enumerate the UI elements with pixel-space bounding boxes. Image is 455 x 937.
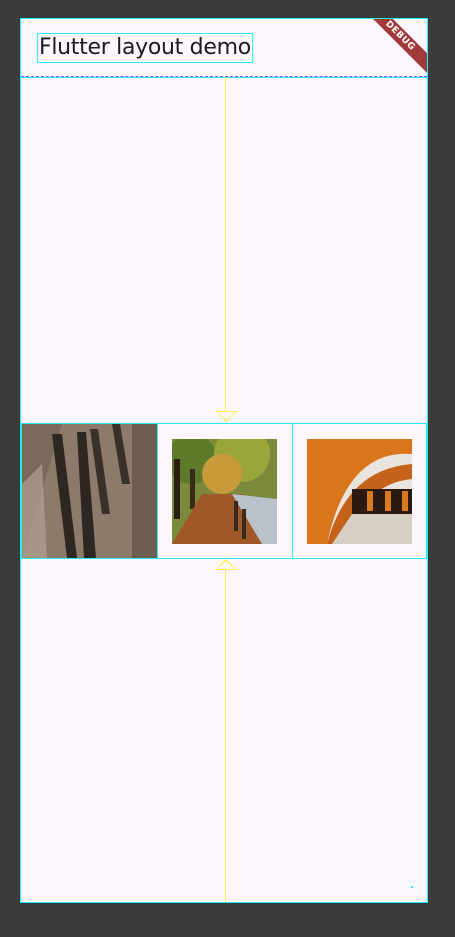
corner-marker xyxy=(411,886,413,888)
device-screen: Flutter layout demo DEBUG xyxy=(20,18,428,903)
autumn-path-photo xyxy=(172,438,278,544)
layout-guide-arrow-up-icon xyxy=(215,559,237,570)
app-title: Flutter layout demo xyxy=(37,33,253,63)
layout-guide-line-top xyxy=(225,77,226,419)
app-bar-baseline xyxy=(21,76,427,77)
subway-tunnel-photo xyxy=(306,438,412,544)
layout-guide-arrow-down-icon xyxy=(215,411,237,422)
image-row xyxy=(21,423,427,559)
image-cell-1 xyxy=(21,423,158,559)
image-cell-2 xyxy=(158,423,293,559)
shadows-photo xyxy=(22,424,157,558)
layout-guide-line-bottom xyxy=(225,569,226,902)
image-cell-3 xyxy=(292,423,427,559)
app-bar: Flutter layout demo xyxy=(21,19,427,78)
